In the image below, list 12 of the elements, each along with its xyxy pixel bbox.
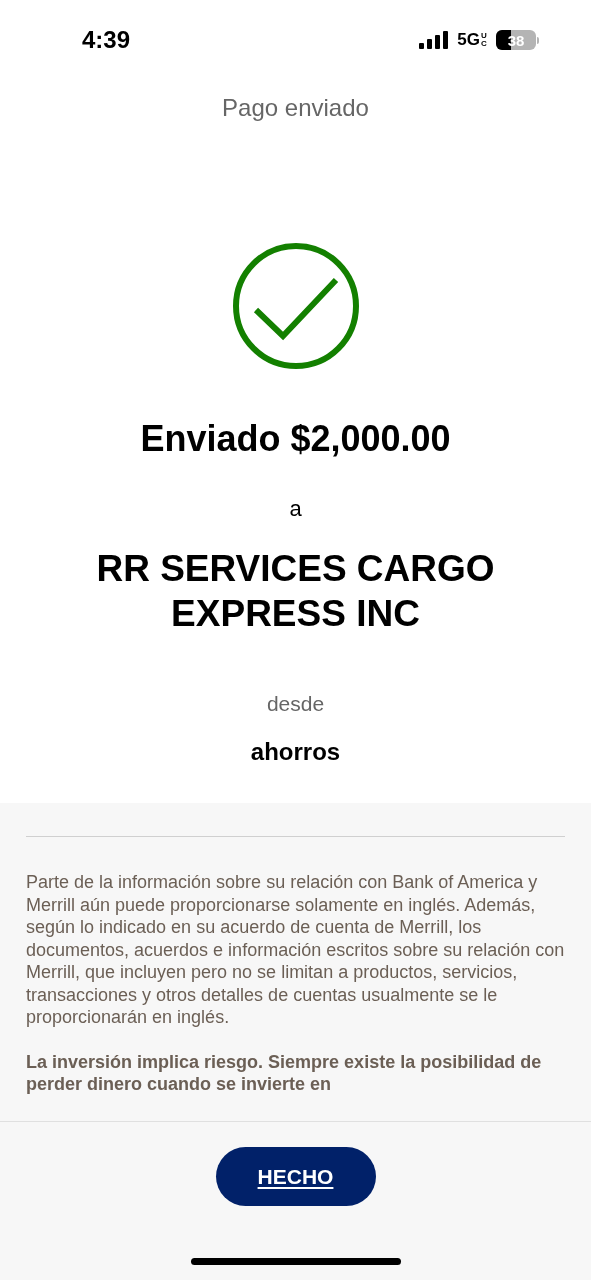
disclaimer-text: Parte de la información sobre su relación con Bank of America y Merrill aún puede proporcionarse solamente en inglés. Además, según lo indicado en su acuerdo de cuenta de Merrill, los documentos, acuerdos e información escritos sobre su relación con Merrill, que incluyen pero no se limitan a productos, servicios, transacciones y otros detalles de cuentas usualmente se le proporcionarán en inglés. [26,871,565,1029]
disclaimer-text: La inversión implica riesgo. Siempre existe la posibilidad de perder dinero cuando se invierte en [26,1050,543,1096]
to-label: a [289,496,302,522]
page-title: Pago enviado [222,94,369,123]
done-button[interactable]: HECHO [215,1147,376,1206]
amount-sent: Enviado $2,000.00 [140,418,451,460]
clock-time: 4:39 [82,26,131,54]
checkmark-icon [231,242,360,370]
signal-icon [419,31,450,49]
account-name: ahorros [250,738,341,766]
recipient-name: RR SERVICES CARGO EXPRESS INC [95,547,496,636]
from-label: desde [266,692,325,716]
